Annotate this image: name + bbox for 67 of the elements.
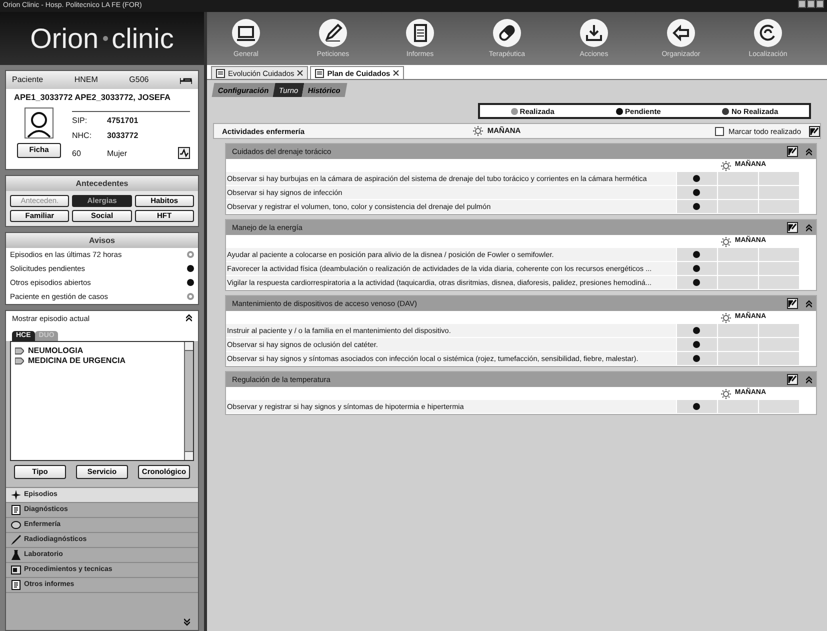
tree-item[interactable]: MEDICINA DE URGENCIA: [28, 356, 126, 366]
collapse-icon[interactable]: [806, 300, 812, 308]
sun-icon: [720, 388, 731, 398]
swirl-icon: [753, 18, 783, 48]
close-icon[interactable]: [297, 70, 304, 76]
field-label: SIP:: [72, 116, 88, 127]
edit-icon[interactable]: [787, 298, 798, 309]
sun-icon: [473, 126, 484, 136]
table-cell: [759, 172, 799, 185]
field-value: 3033772: [107, 130, 138, 142]
pill-icon: [492, 18, 522, 48]
table-cell: [759, 186, 799, 199]
minimize-button[interactable]: [798, 0, 806, 8]
field-label: NHC:: [72, 130, 93, 142]
close-icon[interactable]: [393, 70, 400, 76]
board-icon: [11, 565, 21, 576]
checkbox[interactable]: [715, 126, 724, 136]
table-cell: [759, 200, 799, 213]
edit-icon[interactable]: [787, 374, 798, 385]
logo-dot-icon: [102, 36, 108, 41]
collapse-icon[interactable]: [806, 224, 812, 232]
flask-icon: [11, 550, 21, 560]
pencil-icon: [318, 18, 348, 48]
header-value: HNEM: [74, 75, 98, 85]
patient-age: 60: [72, 148, 82, 158]
table-cell: [759, 352, 799, 365]
table-cell: [759, 248, 799, 261]
avatar-icon: [24, 106, 54, 139]
download-icon: [579, 18, 609, 48]
pen-icon: [11, 535, 21, 546]
table-cell: [759, 262, 799, 275]
table-cell: [759, 276, 799, 289]
chart-icon[interactable]: [178, 147, 190, 160]
header-label: Paciente: [12, 75, 44, 85]
table-cell: [759, 324, 799, 337]
expand-icon[interactable]: [184, 618, 190, 626]
document-icon: [11, 505, 21, 516]
tree-item[interactable]: NEUMOLOGIA: [28, 346, 84, 356]
collapse-icon[interactable]: [186, 314, 192, 322]
table-cell: [759, 400, 799, 413]
table-cell: [759, 338, 799, 351]
field-value: 4751701: [107, 116, 138, 127]
document-icon: [405, 18, 435, 48]
patient-sex: Mujer: [107, 148, 128, 158]
edit-icon[interactable]: [809, 126, 820, 136]
patient-name: APE1_3033772 APE2_3033772, JOSEFA: [14, 93, 172, 103]
sun-icon: [720, 312, 731, 322]
document-icon: [11, 580, 21, 590]
edit-icon[interactable]: [787, 222, 798, 233]
document-icon: [216, 68, 225, 78]
edit-icon[interactable]: [787, 146, 798, 157]
maximize-button[interactable]: [807, 0, 815, 8]
logo-text: clinic: [112, 22, 174, 56]
header-value: G506: [129, 75, 149, 85]
collapse-icon[interactable]: [806, 376, 812, 384]
close-button[interactable]: [816, 0, 824, 8]
panel-title: Avisos: [6, 232, 198, 248]
sun-icon: [720, 160, 731, 170]
document-icon: [315, 68, 324, 78]
sun-icon: [720, 236, 731, 246]
scrollbar[interactable]: [184, 342, 193, 460]
monitor-icon: [231, 18, 261, 48]
bed-icon: [180, 76, 192, 84]
panel-title: Antecedentes: [6, 176, 198, 191]
star-icon: [11, 490, 21, 500]
collapse-icon[interactable]: [806, 148, 812, 156]
logo-text: Orion: [30, 22, 99, 56]
